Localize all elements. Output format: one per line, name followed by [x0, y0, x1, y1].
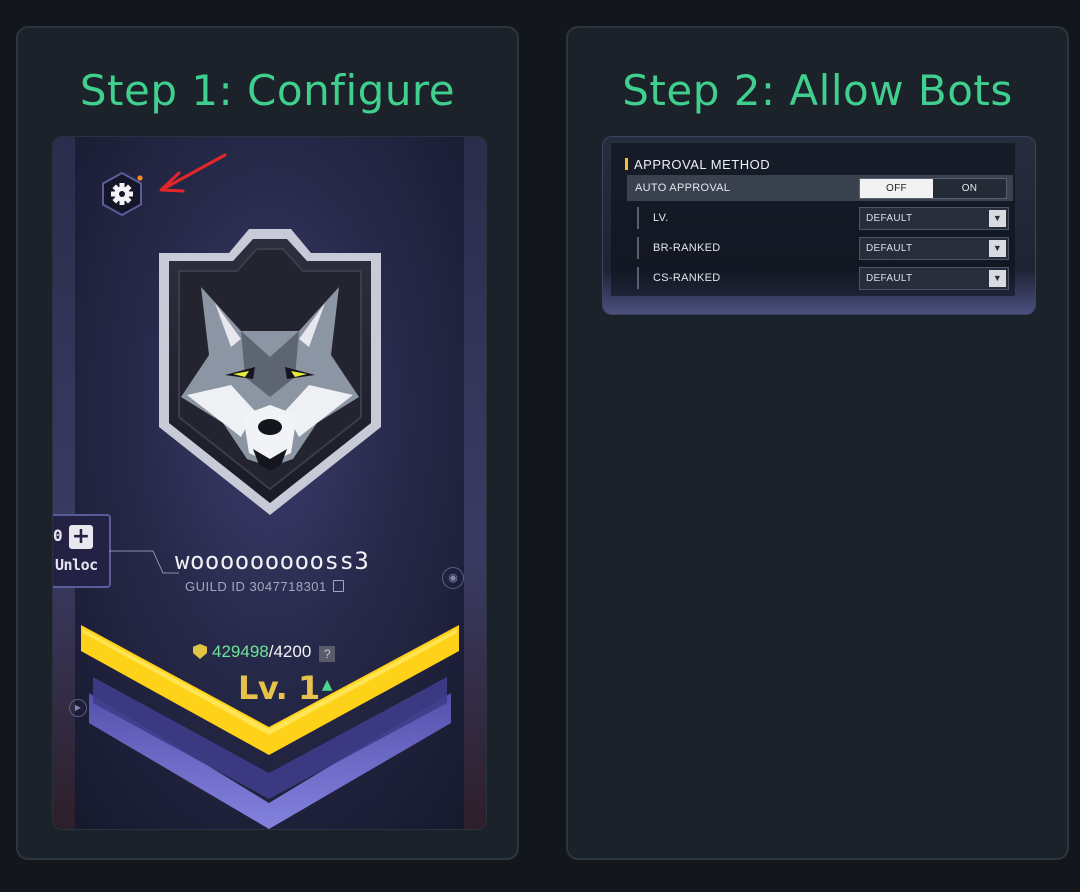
plus-icon[interactable]: + — [69, 525, 93, 549]
points-max: 4200 — [273, 642, 312, 661]
dropdown-arrow-icon[interactable]: ▼ — [989, 270, 1006, 287]
dropdown-value: DEFAULT — [866, 243, 913, 254]
points-current: 429498 — [212, 642, 269, 661]
lv-dropdown[interactable]: DEFAULT ▼ — [859, 207, 1009, 230]
unlock-label: Unloc — [55, 556, 98, 574]
approval-method-label: APPROVAL METHOD — [634, 157, 771, 172]
filter-row-cs-ranked: CS-RANKED DEFAULT ▼ — [627, 265, 1013, 291]
level-text: Lv. 1 — [238, 669, 320, 707]
wolf-emblem — [159, 229, 381, 515]
dropdown-value: DEFAULT — [866, 213, 913, 224]
guild-id: GUILD ID 3047718301 — [185, 579, 327, 594]
toggle-off-option[interactable]: OFF — [860, 179, 933, 198]
step1-title: Step 1: Configure — [79, 66, 456, 115]
row-accent — [637, 267, 639, 289]
red-arrow-annotation — [159, 153, 227, 193]
filter-row-br-ranked: BR-RANKED DEFAULT ▼ — [627, 235, 1013, 261]
help-icon[interactable]: ? — [319, 646, 336, 662]
shield-icon — [193, 644, 207, 659]
level-chevron — [81, 625, 459, 829]
filter-label: BR-RANKED — [653, 242, 721, 254]
filter-label: CS-RANKED — [653, 272, 721, 284]
guild-screen: 0 + Unloc woooooooooss3 GUILD ID 3047718… — [52, 136, 487, 830]
level-up-icon: ▲ — [321, 677, 333, 693]
step2-title: Step 2: Allow Bots — [622, 66, 1013, 115]
dropdown-arrow-icon[interactable]: ▼ — [989, 210, 1006, 227]
approval-method-heading: APPROVAL METHOD — [625, 157, 770, 172]
dropdown-arrow-icon[interactable]: ▼ — [989, 240, 1006, 257]
approval-settings-panel: APPROVAL METHOD AUTO APPROVAL OFF ON LV.… — [602, 136, 1036, 315]
copy-icon[interactable] — [332, 580, 344, 592]
guild-points: 429498/4200? — [193, 642, 336, 662]
row-accent — [637, 207, 639, 229]
gear-icon[interactable] — [101, 172, 143, 216]
filter-row-lv: LV. DEFAULT ▼ — [627, 205, 1013, 231]
play-icon[interactable]: ▶ — [69, 699, 87, 717]
view-icon[interactable]: ◉ — [442, 567, 464, 589]
auto-approval-label: AUTO APPROVAL — [635, 182, 731, 194]
unlock-count: 0 — [53, 526, 63, 545]
filter-label: LV. — [653, 212, 669, 224]
step1-card: Step 1: Configure 0 + Unloc woooooooooss… — [16, 26, 519, 860]
cs-ranked-dropdown[interactable]: DEFAULT ▼ — [859, 267, 1009, 290]
unlock-side-tab[interactable]: 0 + Unloc — [53, 514, 111, 588]
connector-line — [109, 550, 179, 574]
row-accent — [637, 237, 639, 259]
heading-accent-bar — [625, 158, 628, 170]
toggle-on-option[interactable]: ON — [933, 179, 1006, 198]
guild-level: Lv. 1 ▲ — [238, 669, 332, 707]
dropdown-value: DEFAULT — [866, 273, 913, 284]
auto-approval-row: AUTO APPROVAL OFF ON — [627, 175, 1013, 201]
auto-approval-toggle[interactable]: OFF ON — [859, 178, 1007, 199]
guild-name: woooooooooss3 — [175, 547, 370, 575]
guild-id-row: GUILD ID 3047718301 — [185, 579, 344, 594]
br-ranked-dropdown[interactable]: DEFAULT ▼ — [859, 237, 1009, 260]
step2-card: Step 2: Allow Bots APPROVAL METHOD AUTO … — [566, 26, 1069, 860]
